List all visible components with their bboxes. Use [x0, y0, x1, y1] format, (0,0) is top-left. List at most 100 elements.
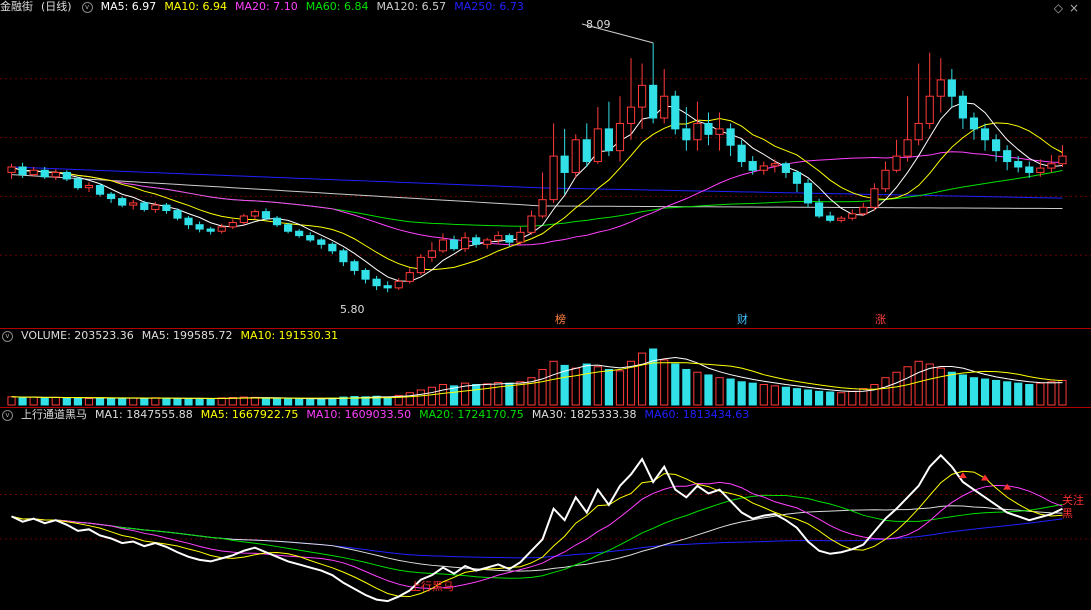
volume-bar — [726, 378, 735, 406]
volume-panel: v VOLUME: 203523.36 MA5: 199585.72 MA10: 19… — [0, 329, 1091, 407]
candle-body — [527, 215, 536, 233]
volume-bar — [206, 398, 215, 406]
candle-body — [217, 226, 226, 232]
candle-body — [549, 155, 558, 201]
candle-body — [106, 193, 116, 200]
candle-body — [95, 185, 105, 195]
candle-body — [903, 139, 912, 157]
candle-body — [693, 122, 702, 141]
candle-body — [560, 155, 569, 173]
event-marker-cai[interactable]: 财 — [735, 313, 750, 326]
candle-body — [925, 95, 934, 124]
candle-body — [18, 166, 27, 176]
volume-bar — [958, 374, 968, 406]
candle-body — [748, 161, 757, 171]
chevron-down-icon[interactable]: v — [2, 330, 13, 342]
candle-body — [726, 128, 735, 146]
candle-body — [781, 163, 791, 173]
price-legend-ma250: MA250: 6.73 — [454, 0, 524, 13]
volume-legend-ma10: MA10: 191530.31 — [240, 329, 339, 342]
volume-bar — [814, 390, 824, 406]
indicator-legend-ma1: MA1: 1847555.88 — [95, 408, 193, 421]
indicator-ma5-line — [11, 470, 1063, 598]
volume-bar — [914, 360, 923, 406]
volume-bar — [826, 391, 835, 406]
price-panel: 金融街 (日线) v MA5: 6.97 MA10: 6.94 MA20: 7.10 MA6… — [0, 0, 1091, 328]
volume-bar — [405, 392, 414, 406]
volume-bar — [682, 368, 691, 406]
indicator-chart[interactable] — [0, 422, 1091, 610]
volume-bar — [472, 384, 481, 406]
candle-body — [682, 128, 691, 141]
candle-body — [494, 235, 503, 241]
indicator-legend-ma20: MA20: 1724170.75 — [419, 408, 524, 421]
chevron-down-icon[interactable]: v — [2, 409, 13, 421]
candle-body — [637, 84, 647, 108]
high-price-label: 8.09 — [586, 18, 611, 31]
volume-bar — [1047, 381, 1056, 406]
volume-bar — [571, 367, 580, 406]
candle-body — [62, 171, 71, 180]
volume-chart[interactable] — [0, 343, 1091, 407]
volume-bar — [295, 398, 304, 406]
volume-bar — [1036, 382, 1045, 406]
candle-body — [704, 122, 713, 135]
candle-body — [339, 250, 348, 263]
volume-bar — [803, 389, 813, 406]
candle-body — [162, 204, 171, 212]
candle-body — [936, 79, 945, 97]
indicator-ma20-line — [11, 494, 1063, 579]
volume-bar — [660, 359, 669, 406]
chevron-down-icon[interactable]: v — [81, 1, 93, 13]
stock-name[interactable]: 金融街 — [0, 0, 33, 13]
candle-body — [1047, 163, 1056, 169]
volume-bar — [317, 398, 326, 406]
volume-bar — [1014, 382, 1023, 406]
volume-bar — [40, 397, 49, 406]
candle-body — [84, 185, 94, 189]
event-marker-zhang[interactable]: 涨 — [873, 313, 888, 326]
volume-bar — [781, 386, 791, 406]
volume-legend-ma5: MA5: 199585.72 — [141, 329, 233, 342]
candle-body — [228, 222, 237, 228]
volume-bar — [494, 381, 503, 406]
price-legend-ma5: MA5: 6.97 — [100, 0, 157, 13]
volume-bar — [538, 368, 547, 406]
volume-bar — [118, 397, 127, 406]
candle-body — [372, 278, 381, 287]
low-price-label: 5.80 — [340, 303, 365, 316]
volume-bar — [704, 374, 713, 406]
ma120-line — [11, 174, 1063, 210]
volume-bar — [184, 397, 193, 406]
volume-bar — [892, 371, 901, 406]
candle-body — [958, 95, 968, 119]
volume-bar — [195, 398, 204, 406]
candle-body — [881, 169, 890, 190]
indicator-legend-ma60: MA60: 1813434.63 — [644, 408, 750, 421]
candle-body — [29, 169, 38, 176]
period-label[interactable]: (日线) — [41, 0, 72, 13]
price-chart[interactable] — [0, 14, 1091, 328]
candle-body — [40, 169, 49, 178]
event-marker-bang[interactable]: 榜 — [553, 313, 568, 326]
candle-body — [383, 285, 392, 289]
volume-bar — [328, 397, 337, 406]
candle-body — [770, 163, 779, 167]
volume-bar — [84, 397, 94, 406]
volume-bar — [759, 384, 768, 406]
candle-body — [991, 139, 1001, 152]
candle-body — [283, 224, 293, 232]
indicator-name[interactable]: 上行通道黑马 — [21, 408, 87, 421]
price-legend-ma120: MA120: 6.57 — [376, 0, 447, 13]
close-icon[interactable]: × — [1069, 1, 1085, 15]
candle-body — [184, 217, 193, 226]
volume-bar — [7, 396, 16, 406]
candle-body — [1003, 150, 1012, 163]
candle-body — [328, 243, 337, 252]
volume-bar — [29, 396, 38, 406]
candle-body — [151, 204, 160, 210]
candle-body — [173, 210, 182, 219]
volume-bar — [637, 352, 647, 406]
diamond-icon[interactable]: ◇ — [1054, 1, 1069, 15]
candle-body — [737, 144, 746, 163]
